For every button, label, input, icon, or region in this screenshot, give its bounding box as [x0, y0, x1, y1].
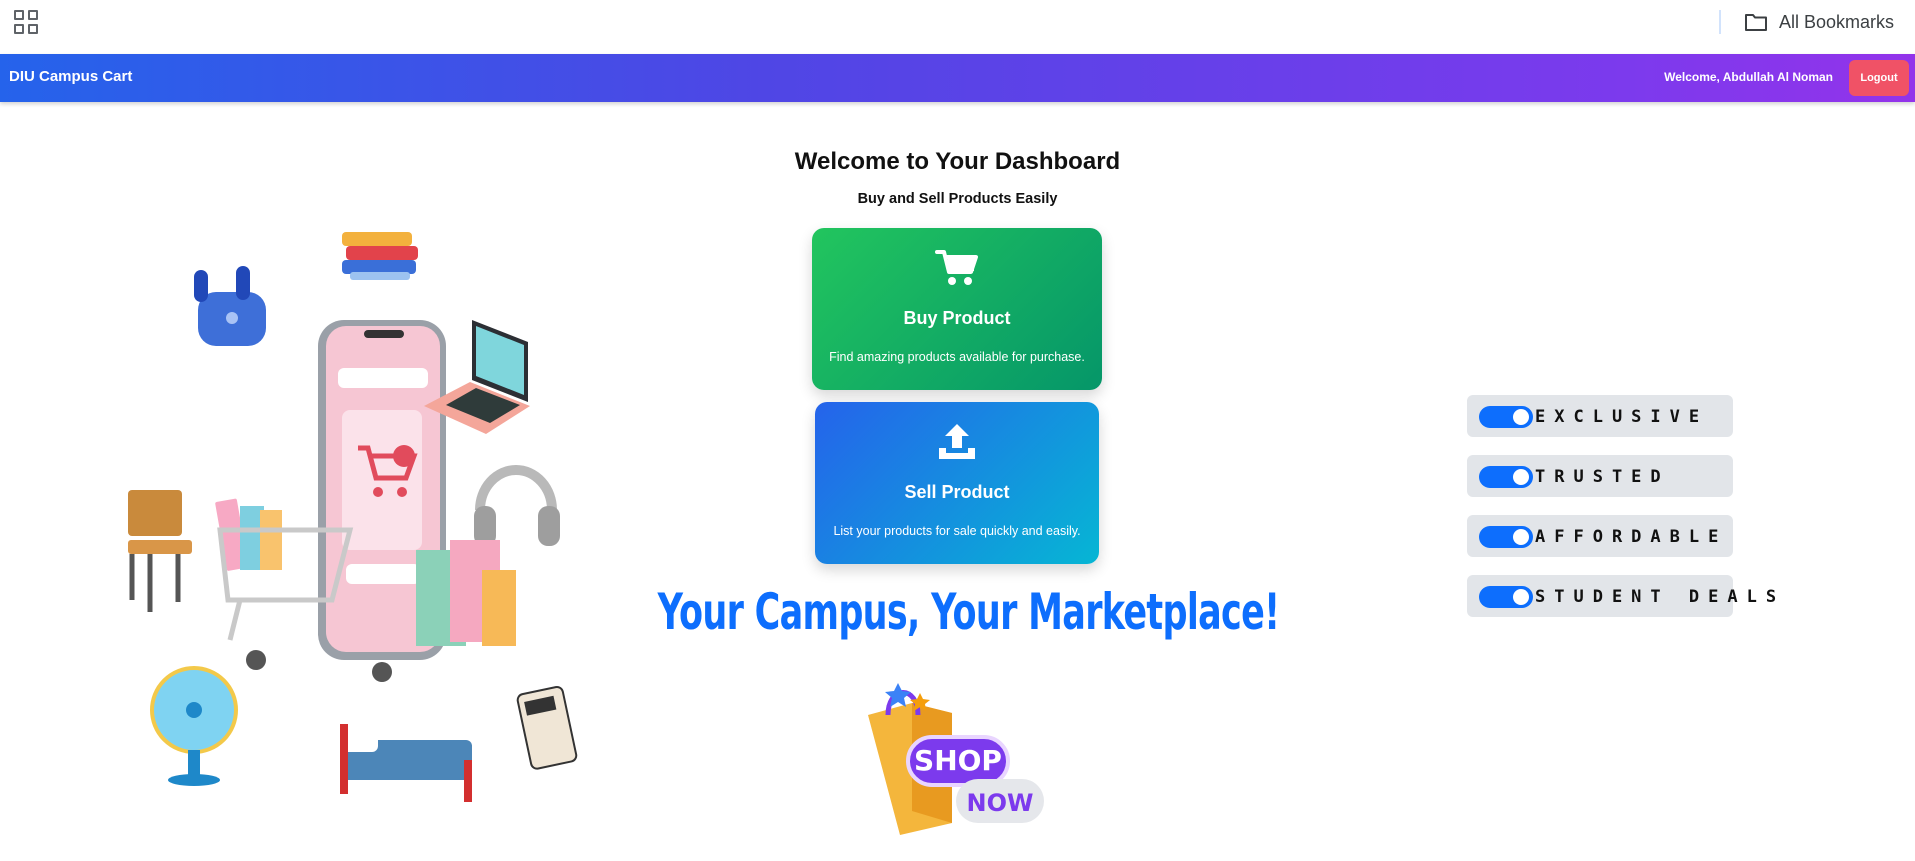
all-bookmarks-label: All Bookmarks	[1779, 11, 1895, 32]
books-illustration	[342, 232, 418, 280]
apps-grid-icon[interactable]	[14, 10, 38, 34]
feature-toggle-switch[interactable]	[1479, 406, 1533, 428]
feature-student-deals: STUDENT DEALS	[1467, 575, 1776, 617]
bed-illustration	[340, 724, 472, 802]
feature-trusted: TRUSTED	[1467, 455, 1733, 497]
sell-product-description: List your products for sale quickly and …	[833, 524, 1081, 538]
shopping-cart-icon	[812, 248, 1102, 292]
bookmarks-divider	[1719, 10, 1721, 34]
sell-product-card[interactable]: Sell Product List your products for sale…	[815, 402, 1099, 564]
all-bookmarks-button[interactable]: All Bookmarks	[1744, 10, 1894, 34]
feature-label: EXCLUSIVE	[1535, 407, 1709, 427]
welcome-user-text: Welcome, Abdullah Al Noman	[1664, 70, 1833, 84]
feature-toggle-switch[interactable]	[1479, 526, 1533, 548]
page-subtitle: Buy and Sell Products Easily	[857, 191, 1058, 207]
shop-badge-text: SHOP	[914, 744, 1002, 777]
bookmarks-bar: All Bookmarks	[0, 0, 1915, 44]
shopping-bags-illustration	[416, 540, 516, 646]
buy-product-title: Buy Product	[903, 308, 1011, 328]
app-navbar: DIU Campus Cart Welcome, Abdullah Al Nom…	[0, 54, 1915, 102]
feature-toggle-list: EXCLUSIVE TRUSTED AFFORDABLE STUDENT DEA…	[1467, 395, 1776, 635]
feature-affordable: AFFORDABLE	[1467, 515, 1733, 557]
calculator-illustration	[516, 685, 578, 770]
chair-illustration	[128, 490, 192, 612]
feature-label: STUDENT DEALS	[1535, 587, 1786, 607]
feature-label: TRUSTED	[1535, 467, 1670, 487]
page-title: Welcome to Your Dashboard	[794, 148, 1121, 175]
logout-button[interactable]: Logout	[1849, 60, 1909, 96]
sell-product-title: Sell Product	[904, 482, 1010, 502]
buy-product-card[interactable]: Buy Product Find amazing products availa…	[812, 228, 1102, 390]
upload-icon	[815, 422, 1099, 466]
headphones-illustration	[474, 465, 560, 546]
feature-toggle-switch[interactable]	[1479, 466, 1533, 488]
campus-products-illustration	[128, 232, 578, 802]
feature-label: AFFORDABLE	[1535, 527, 1728, 547]
folder-icon	[1745, 14, 1767, 31]
feature-exclusive: EXCLUSIVE	[1467, 395, 1733, 437]
now-badge-text: NOW	[967, 789, 1034, 817]
fan-illustration	[150, 666, 238, 786]
buy-product-description: Find amazing products available for purc…	[829, 350, 1085, 364]
earbuds-illustration	[194, 266, 266, 346]
shop-now-badge: SHOP NOW	[858, 675, 1058, 845]
feature-toggle-switch[interactable]	[1479, 586, 1533, 608]
brand-link[interactable]: DIU Campus Cart	[9, 68, 132, 85]
